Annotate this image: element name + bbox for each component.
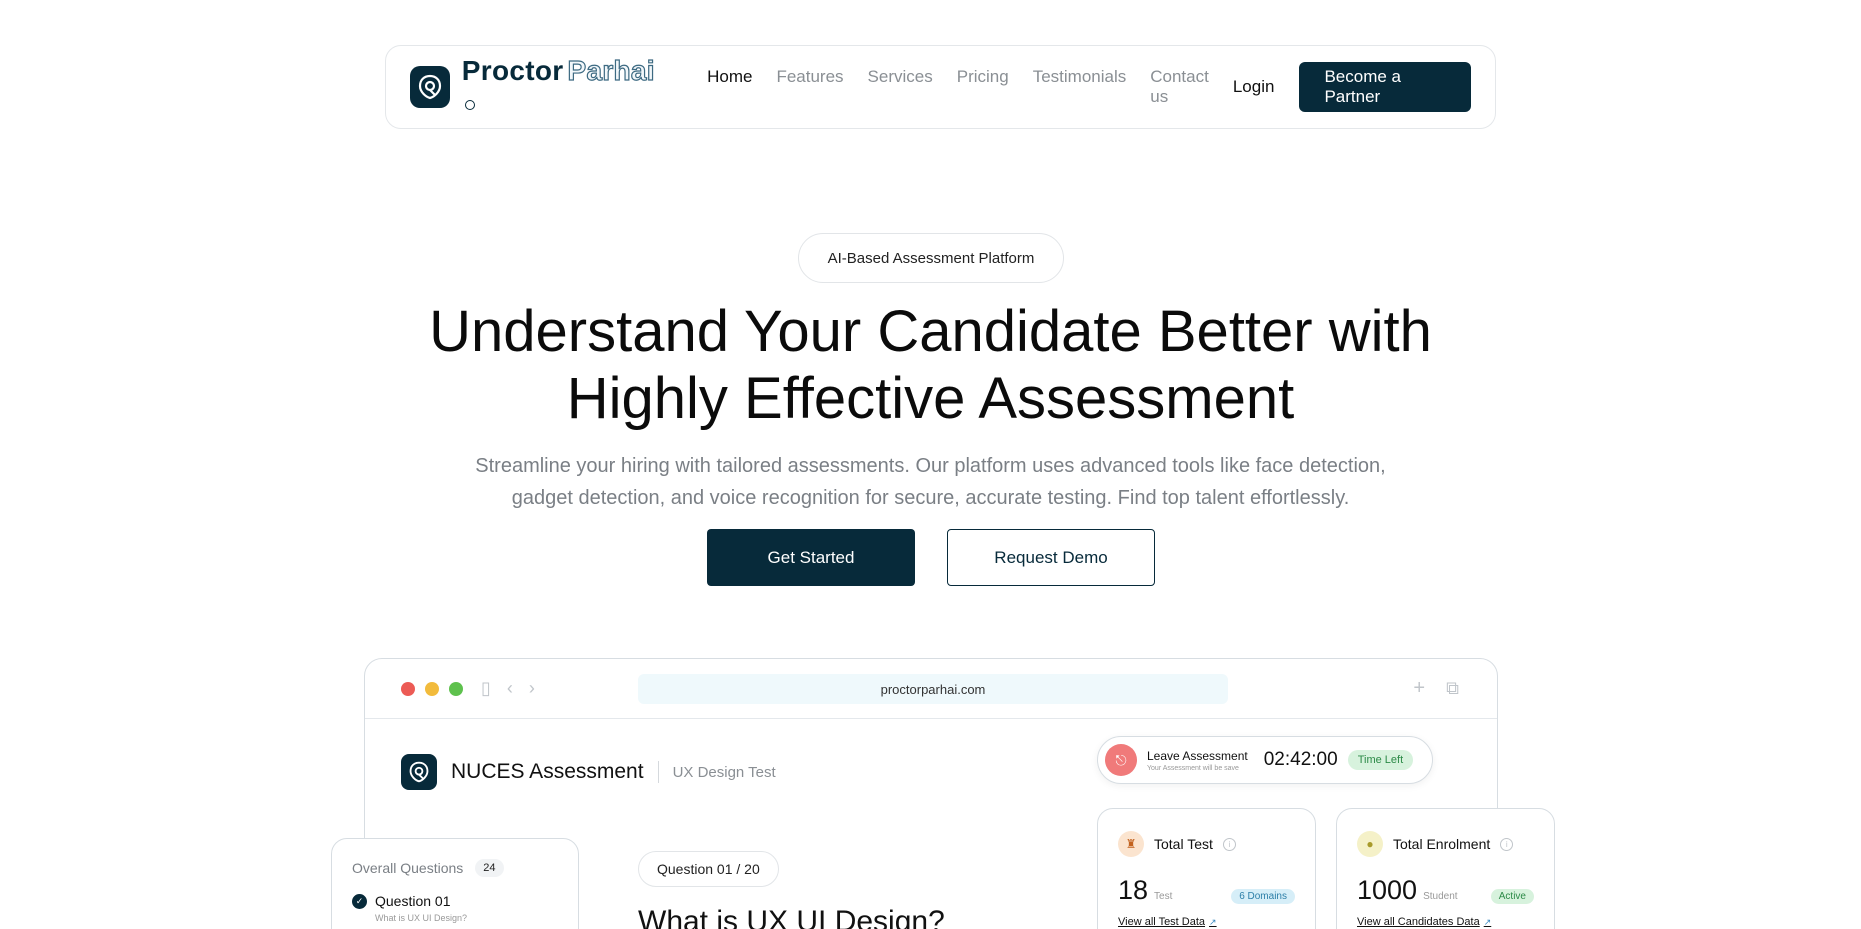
nav-pricing[interactable]: Pricing bbox=[957, 67, 1009, 107]
stat-value: 1000 bbox=[1357, 875, 1418, 905]
leave-assessment-label: Leave Assessment bbox=[1147, 748, 1248, 763]
become-partner-button[interactable]: Become a Partner bbox=[1299, 62, 1471, 112]
app-logo-icon bbox=[401, 754, 437, 790]
question-count-badge: 24 bbox=[475, 859, 504, 877]
forward-icon: › bbox=[528, 678, 535, 698]
stat-link-label: View all Test Data bbox=[1118, 916, 1206, 928]
hero-title-line2: Highly Effective Assessment bbox=[566, 366, 1295, 431]
brand-name: Proctor Parhai bbox=[461, 54, 657, 119]
info-icon[interactable]: i bbox=[1222, 837, 1236, 851]
new-tab-icon: + bbox=[1413, 677, 1425, 699]
back-icon: ‹ bbox=[506, 678, 513, 698]
nav-services[interactable]: Services bbox=[868, 67, 933, 107]
nav-home[interactable]: Home bbox=[707, 67, 752, 107]
total-test-card: ♜ Total Test i 18 Test 6 Domains View al… bbox=[1097, 808, 1316, 929]
minimize-dot-icon bbox=[425, 681, 439, 696]
hero-subtitle: Streamline your hiring with tailored ass… bbox=[420, 450, 1441, 514]
stat-unit: Student bbox=[1423, 891, 1458, 902]
get-started-button[interactable]: Get Started bbox=[707, 529, 915, 586]
question-list-item[interactable]: ✓ Question 01 bbox=[352, 893, 558, 909]
timer-pill: ⎋ Leave Assessment Your Assessment will … bbox=[1097, 736, 1433, 784]
logo-mark-icon bbox=[410, 66, 450, 108]
leave-icon[interactable]: ⎋ bbox=[1105, 744, 1137, 776]
close-dot-icon bbox=[401, 681, 415, 696]
view-all-test-link[interactable]: View all Test Data ↗ bbox=[1118, 916, 1295, 928]
app-subtitle: UX Design Test bbox=[672, 763, 776, 781]
app-header: NUCES Assessment UX Design Test bbox=[401, 754, 776, 790]
hero-subtitle-line1: Streamline your hiring with tailored ass… bbox=[475, 455, 1386, 477]
stat-title: Total Test bbox=[1154, 836, 1213, 852]
sidebar-icon: ▯ bbox=[481, 678, 491, 698]
registered-icon bbox=[464, 99, 475, 110]
total-enrolment-card: ● Total Enrolment i 1000 Student Active … bbox=[1336, 808, 1555, 929]
nav-features[interactable]: Features bbox=[776, 67, 843, 107]
nav-contact[interactable]: Contact us bbox=[1150, 67, 1209, 107]
hero-title-line1: Understand Your Candidate Better with bbox=[429, 299, 1432, 364]
overall-questions-card: Overall Questions 24 ✓ Question 01 What … bbox=[331, 838, 579, 929]
info-icon[interactable]: i bbox=[1500, 837, 1514, 851]
request-demo-button[interactable]: Request Demo bbox=[947, 529, 1155, 586]
countdown-timer: 02:42:00 bbox=[1263, 749, 1338, 770]
stat-link-label: View all Candidates Data bbox=[1357, 916, 1480, 928]
hero-badge: AI-Based Assessment Platform bbox=[798, 233, 1064, 283]
question-counter: Question 01 / 20 bbox=[638, 851, 779, 887]
view-all-candidates-link[interactable]: View all Candidates Data ↗ bbox=[1357, 916, 1534, 928]
stat-value: 18 bbox=[1118, 875, 1149, 905]
trophy-icon: ♜ bbox=[1118, 831, 1144, 857]
hero-title: Understand Your Candidate Better with Hi… bbox=[380, 298, 1481, 432]
brand-name-dark: Proctor bbox=[461, 55, 564, 86]
navbar: Proctor Parhai Home Features Services Pri… bbox=[385, 45, 1496, 129]
nav-testimonials[interactable]: Testimonials bbox=[1033, 67, 1127, 107]
stat-tag: Active bbox=[1490, 889, 1534, 904]
app-title: NUCES Assessment bbox=[451, 760, 644, 783]
nav-links: Home Features Services Pricing Testimoni… bbox=[707, 67, 1209, 107]
external-link-icon: ↗ bbox=[1209, 916, 1217, 927]
tabs-overview-icon: ⧉ bbox=[1446, 678, 1459, 698]
question-item-label: Question 01 bbox=[375, 893, 451, 909]
header-divider bbox=[657, 761, 659, 783]
brand-logo[interactable]: Proctor Parhai bbox=[410, 54, 657, 119]
question-item-sub: What is UX UI Design? bbox=[375, 913, 468, 923]
question-title: What is UX UI Design? bbox=[638, 905, 945, 929]
url-bar: proctorparhai.com bbox=[638, 674, 1228, 704]
external-link-icon: ↗ bbox=[1483, 916, 1492, 927]
check-icon: ✓ bbox=[352, 893, 367, 909]
user-icon: ● bbox=[1357, 831, 1383, 857]
time-left-badge: Time Left bbox=[1347, 750, 1414, 770]
browser-toolbar: ▯ ‹ › proctorparhai.com + ⧉ bbox=[365, 659, 1497, 719]
stat-unit: Test bbox=[1154, 891, 1173, 902]
login-link[interactable]: Login bbox=[1233, 77, 1275, 97]
leave-assessment[interactable]: Leave Assessment Your Assessment will be… bbox=[1147, 749, 1248, 772]
stat-title: Total Enrolment bbox=[1393, 836, 1491, 852]
overall-questions-label: Overall Questions bbox=[352, 860, 464, 876]
stat-tag: 6 Domains bbox=[1231, 889, 1295, 904]
maximize-dot-icon bbox=[449, 681, 463, 696]
hero-subtitle-line2: gadget detection, and voice recognition … bbox=[511, 487, 1350, 509]
brand-name-light: Parhai bbox=[567, 54, 655, 86]
leave-assessment-sub: Your Assessment will be save bbox=[1147, 764, 1239, 772]
